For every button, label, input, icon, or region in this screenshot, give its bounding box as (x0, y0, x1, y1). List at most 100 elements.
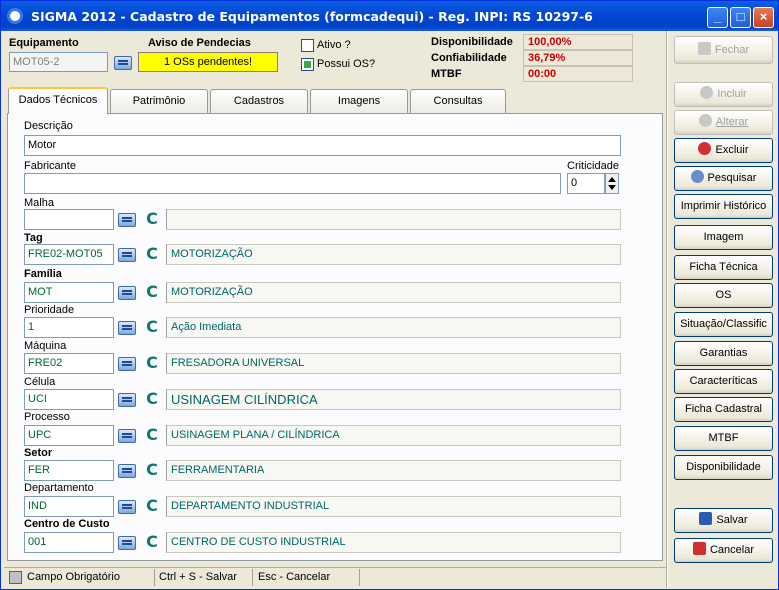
tab-cadastros[interactable]: Cadastros (210, 89, 308, 113)
fabricante-label: Fabricante (24, 160, 76, 172)
status-bar: Campo Obrigatório Ctrl + S - Salvar Esc … (4, 567, 666, 587)
setor-label: Setor (24, 447, 53, 459)
tab-dados-tecnicos[interactable]: Dados Técnicos (8, 87, 108, 114)
situacao-classific-button[interactable]: Situação/Classific (674, 312, 773, 337)
fechar-label: Fechar (714, 44, 750, 56)
tab-imagens[interactable]: Imagens (310, 89, 408, 113)
processo-code-field[interactable]: UPC (24, 425, 114, 446)
fechar-button[interactable]: Fechar (674, 36, 773, 64)
centro-custo-desc: CENTRO DE CUSTO INDUSTRIAL (166, 532, 621, 553)
status-separator (154, 569, 155, 586)
salvar-button[interactable]: Salvar (674, 508, 773, 533)
malha-lookup-icon[interactable] (118, 213, 136, 227)
maquina-label: Máquina (24, 340, 67, 352)
spin-up-icon[interactable] (608, 177, 616, 182)
descricao-field[interactable]: Motor (24, 135, 621, 156)
celula-label: Célula (24, 376, 56, 388)
status-separator (359, 569, 360, 586)
minimize-button[interactable]: _ (707, 7, 728, 28)
imagem-button[interactable]: Imagem (674, 225, 773, 250)
celula-lookup-icon[interactable] (118, 393, 136, 407)
mtbf-button[interactable]: MTBF (674, 426, 773, 451)
familia-code-field[interactable]: MOT (24, 282, 114, 303)
centro-custo-label: Centro de Custo (24, 518, 110, 530)
prioridade-lookup-icon[interactable] (118, 321, 136, 335)
tag-c-button[interactable]: C (145, 245, 159, 263)
celula-code-field[interactable]: UCI (24, 389, 114, 410)
celula-c-button[interactable]: C (145, 390, 159, 408)
celula-desc: USINAGEM CILÍNDRICA (166, 389, 621, 410)
disponibilidade-button[interactable]: Disponibilidade (674, 455, 773, 480)
title-bar[interactable]: SIGMA 2012 - Cadastro de Equipamentos (f… (1, 1, 778, 31)
descricao-label: Descrição (24, 120, 73, 132)
tag-desc: MOTORIZAÇÃO (166, 244, 621, 265)
processo-c-button[interactable]: C (145, 426, 159, 444)
criticidade-field[interactable]: 0 (567, 173, 605, 194)
maquina-code-field[interactable]: FRE02 (24, 353, 114, 374)
centro-custo-code-field[interactable]: 001 (24, 532, 114, 553)
search-icon (690, 170, 704, 183)
maquina-c-button[interactable]: C (145, 354, 159, 372)
familia-c-button[interactable]: C (145, 283, 159, 301)
cancelar-label: Cancelar (709, 544, 755, 556)
incluir-label: Incluir (717, 88, 747, 100)
prioridade-code-field[interactable]: 1 (24, 317, 114, 338)
cancelar-shortcut-text: Esc - Cancelar (258, 571, 331, 583)
gear-plus-icon (700, 86, 714, 99)
os-button[interactable]: OS (674, 283, 773, 308)
malha-label: Malha (24, 197, 54, 209)
possui-os-checkbox[interactable] (301, 58, 314, 71)
tag-lookup-icon[interactable] (118, 248, 136, 262)
criticidade-spinner[interactable] (605, 173, 619, 194)
malha-code-field[interactable] (24, 209, 114, 230)
malha-desc (166, 209, 621, 230)
ativo-checkbox[interactable] (301, 39, 314, 52)
close-button[interactable]: × (753, 7, 774, 28)
equipamento-field[interactable]: MOT05-2 (9, 52, 108, 72)
aviso-label: Aviso de Pendecias (148, 37, 251, 49)
prioridade-c-button[interactable]: C (145, 318, 159, 336)
tab-patrimonio[interactable]: Patrimônio (110, 89, 208, 113)
centro-custo-c-button[interactable]: C (145, 533, 159, 551)
maximize-button[interactable]: □ (730, 7, 751, 28)
setor-lookup-icon[interactable] (118, 464, 136, 478)
fabricante-field[interactable] (24, 173, 561, 194)
setor-code-field[interactable]: FER (24, 460, 114, 481)
dados-tecnicos-panel: Descrição Motor Fabricante Criticidade 0… (7, 113, 663, 561)
alterar-button[interactable]: Alterar (674, 110, 773, 135)
garantias-button[interactable]: Garantias (674, 341, 773, 366)
setor-c-button[interactable]: C (145, 461, 159, 479)
departamento-c-button[interactable]: C (145, 497, 159, 515)
familia-desc: MOTORIZAÇÃO (166, 282, 621, 303)
centro-custo-lookup-icon[interactable] (118, 536, 136, 550)
aviso-pendencias-box: 1 OSs pendentes! (138, 52, 278, 72)
ficha-cadastral-button[interactable]: Ficha Cadastral (674, 397, 773, 422)
imprimir-historico-button[interactable]: Imprimir Histórico (674, 194, 773, 219)
campo-obrigatorio-text: Campo Obrigatório (27, 571, 120, 583)
departamento-code-field[interactable]: IND (24, 496, 114, 517)
prioridade-label: Prioridade (24, 304, 75, 316)
spin-down-icon[interactable] (608, 185, 616, 190)
ativo-label: Ativo ? (317, 39, 351, 51)
malha-c-button[interactable]: C (145, 210, 159, 228)
departamento-label: Departamento (24, 482, 94, 494)
pesquisar-button[interactable]: Pesquisar (674, 166, 773, 191)
processo-lookup-icon[interactable] (118, 429, 136, 443)
tab-consultas[interactable]: Consultas (410, 89, 506, 113)
caracteristicas-button[interactable]: Caracteríticas (674, 369, 773, 394)
disponibilidade-label: Disponibilidade (431, 36, 513, 48)
departamento-lookup-icon[interactable] (118, 500, 136, 514)
familia-lookup-icon[interactable] (118, 286, 136, 300)
equipamento-lookup-icon[interactable] (114, 56, 132, 70)
excluir-button[interactable]: Excluir (674, 138, 773, 163)
prioridade-desc: Ação Imediata (166, 317, 621, 338)
app-icon[interactable] (7, 8, 23, 24)
tag-label: Tag (24, 232, 43, 244)
tag-code-field[interactable]: FRE02-MOT05 (24, 244, 114, 265)
incluir-button[interactable]: Incluir (674, 82, 773, 107)
sidebar-divider (666, 31, 668, 588)
maquina-lookup-icon[interactable] (118, 357, 136, 371)
mtbf-value: 00:00 (523, 66, 633, 82)
cancelar-button[interactable]: Cancelar (674, 538, 773, 563)
ficha-tecnica-button[interactable]: Ficha Técnica (674, 255, 773, 280)
